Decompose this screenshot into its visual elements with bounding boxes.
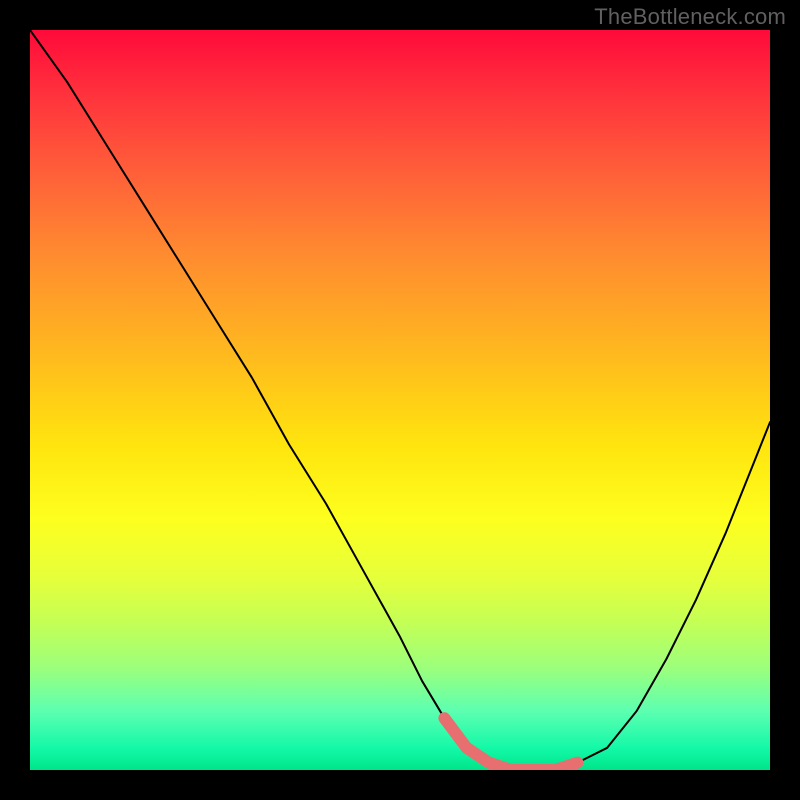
watermark-text: TheBottleneck.com — [594, 4, 786, 30]
curve-path — [30, 30, 770, 770]
bottleneck-curve — [30, 30, 770, 770]
chart-frame: TheBottleneck.com — [0, 0, 800, 800]
highlight-path — [444, 718, 577, 770]
plot-area — [30, 30, 770, 770]
